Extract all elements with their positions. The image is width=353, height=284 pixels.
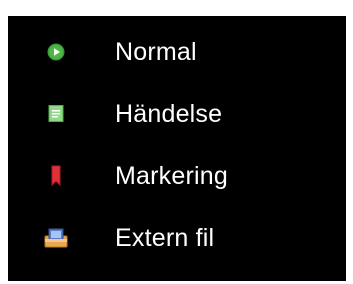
film-folder-icon [44,226,68,250]
menu-item-label: Extern fil [115,223,215,252]
menu-item-label: Normal [115,37,197,66]
menu-item-extern-fil[interactable]: Extern fil [8,212,346,264]
bookmark-icon [44,164,68,188]
play-circle-icon [44,40,68,64]
menu-item-markering[interactable]: Markering [8,150,346,202]
note-icon [44,102,68,126]
menu-item-handelse[interactable]: Händelse [8,88,346,140]
menu-item-normal[interactable]: Normal [8,26,346,78]
menu-item-label: Markering [115,161,228,190]
menu-item-label: Händelse [115,99,223,128]
menu-panel: Normal Händelse Markering Extern fil [8,16,346,281]
